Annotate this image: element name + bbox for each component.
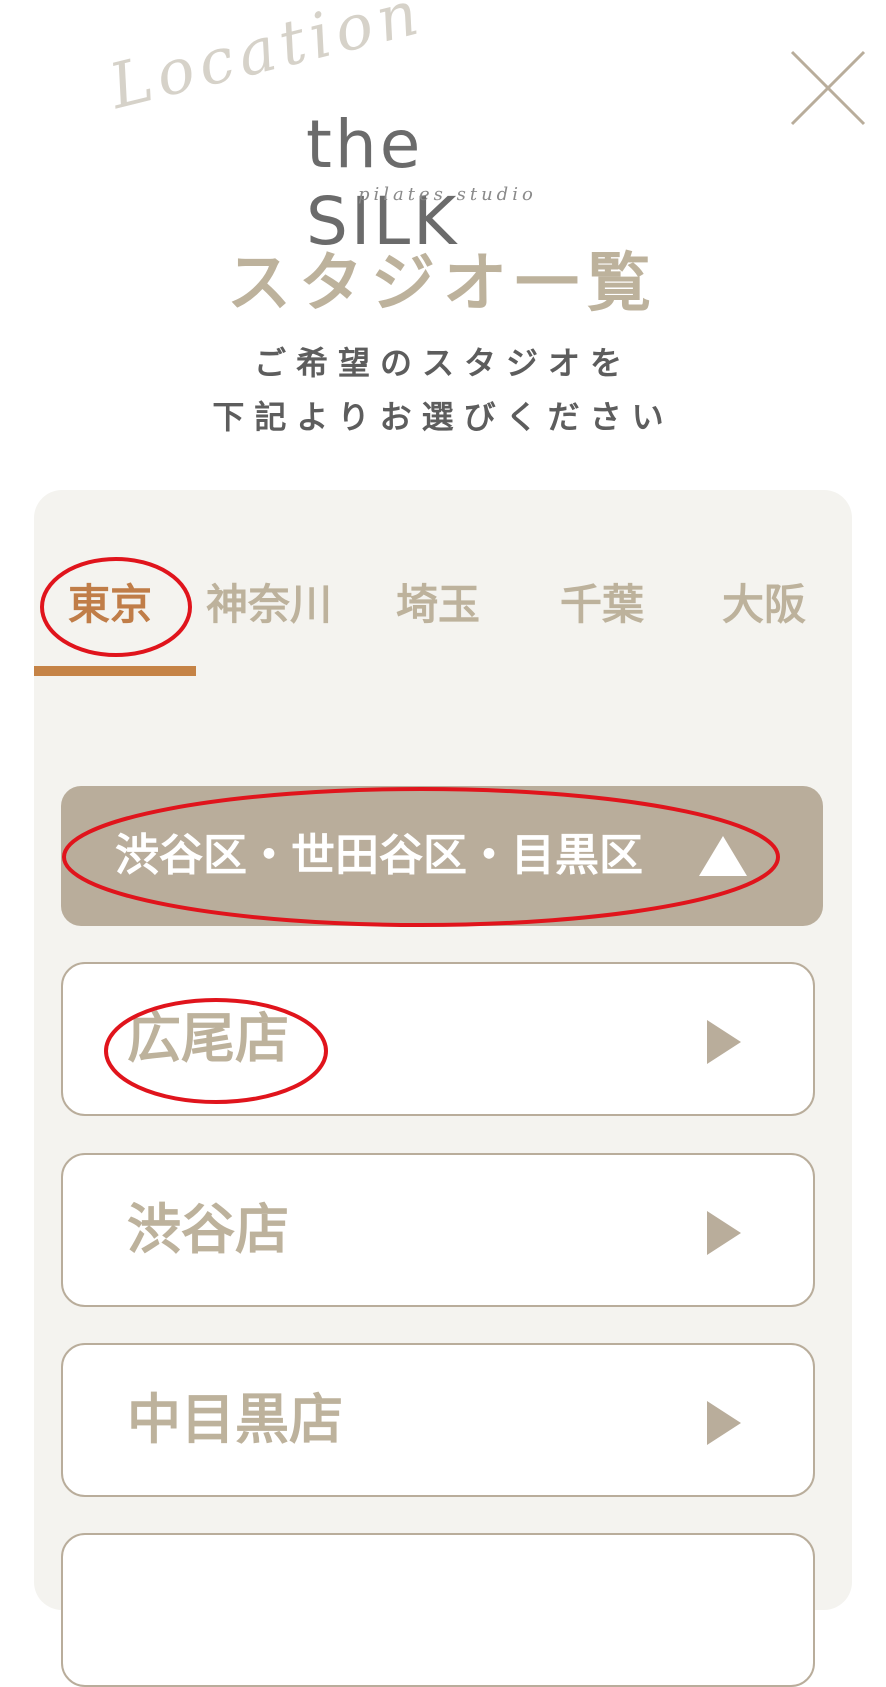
page-subtitle: ご希望のスタジオを 下記よりお選びください	[0, 336, 886, 444]
store-label: 広尾店	[127, 1007, 289, 1070]
subtitle-line-1: ご希望のスタジオを	[253, 344, 632, 382]
tab-saitama[interactable]: 埼玉	[396, 570, 480, 640]
tab-chiba[interactable]: 千葉	[560, 570, 644, 640]
tab-osaka[interactable]: 大阪	[722, 570, 806, 640]
logo-tagline: pilates studio	[358, 184, 537, 205]
close-icon	[790, 50, 866, 126]
caret-up-icon	[699, 836, 747, 876]
store-item-partial[interactable]	[61, 1533, 815, 1687]
store-label: 中目黒店	[127, 1388, 343, 1451]
play-arrow-icon	[707, 1401, 741, 1445]
close-button[interactable]	[788, 48, 868, 128]
tab-kanagawa[interactable]: 神奈川	[206, 570, 332, 640]
tab-tokyo[interactable]: 東京	[68, 570, 152, 640]
studio-list-panel: 東京 神奈川 埼玉 千葉 大阪 渋谷区・世田谷区・目黒区 広尾店 渋谷店 中目黒…	[34, 490, 852, 1687]
logo-script-text: Location	[102, 0, 431, 124]
play-arrow-icon	[707, 1211, 741, 1255]
store-item-shibuya[interactable]: 渋谷店	[61, 1153, 815, 1307]
active-tab-indicator	[34, 666, 196, 676]
brand-logo: Location the SILK pilates studio	[102, 0, 590, 260]
play-arrow-icon	[707, 1020, 741, 1064]
subtitle-line-2: 下記よりお選びください	[212, 398, 674, 436]
area-accordion-header[interactable]: 渋谷区・世田谷区・目黒区	[61, 786, 823, 926]
store-label: 渋谷店	[127, 1198, 289, 1261]
page-title: スタジオ一覧	[227, 247, 659, 321]
prefecture-tabs: 東京 神奈川 埼玉 千葉 大阪	[34, 570, 852, 640]
area-accordion-label: 渋谷区・世田谷区・目黒区	[115, 830, 643, 881]
store-item-nakameguro[interactable]: 中目黒店	[61, 1343, 815, 1497]
store-item-hiroo[interactable]: 広尾店	[61, 962, 815, 1116]
